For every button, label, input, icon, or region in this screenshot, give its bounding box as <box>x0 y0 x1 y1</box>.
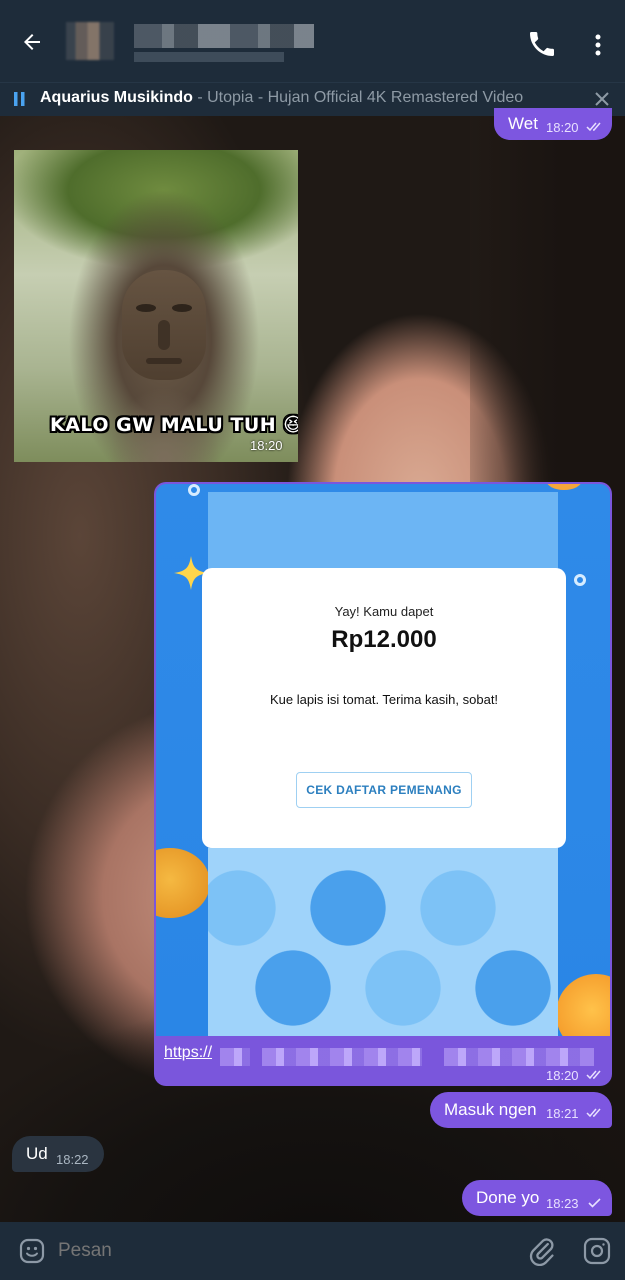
link-url[interactable]: https:// <box>164 1044 212 1062</box>
back-button[interactable] <box>14 24 50 60</box>
emoji-icon[interactable] <box>18 1237 46 1265</box>
more-menu-button[interactable] <box>586 30 610 60</box>
coin-icon <box>556 974 610 1036</box>
message-outgoing[interactable]: Masuk ngen 18:21 <box>430 1092 612 1128</box>
url-redacted <box>262 1048 422 1066</box>
music-title: - Utopia - Hujan Official 4K Remastered … <box>192 89 524 106</box>
link-message[interactable]: Yay! Kamu dapet Rp12.000 Kue lapis isi t… <box>154 482 612 1086</box>
music-artist: Aquarius Musikindo <box>40 89 193 106</box>
message-text: Done yo <box>476 1188 540 1207</box>
camera-icon[interactable] <box>582 1236 612 1266</box>
message-input[interactable] <box>58 1238 458 1264</box>
message-outgoing[interactable]: Wet 18:20 <box>494 108 612 140</box>
more-vertical-icon <box>595 34 601 56</box>
phone-icon <box>530 32 554 56</box>
promo-amount: Rp12.000 <box>331 626 437 653</box>
call-button[interactable] <box>526 28 558 60</box>
message-time: 18:23 <box>546 1196 579 1211</box>
sticker-caption: KALO GW MALU TUH 😆 <box>50 414 298 436</box>
message-text: Masuk ngen <box>444 1100 537 1119</box>
now-playing-text: Aquarius Musikindo - Utopia - Hujan Offi… <box>40 89 523 107</box>
promo-message: Kue lapis isi tomat. Terima kasih, sobat… <box>269 692 499 707</box>
pause-icon[interactable] <box>14 92 26 106</box>
coin-icon <box>156 848 210 918</box>
url-redacted <box>220 1048 250 1066</box>
paperclip-icon[interactable] <box>528 1236 556 1266</box>
sticker-image[interactable]: KALO GW MALU TUH 😆 18:20 <box>14 150 298 462</box>
double-check-icon <box>586 1108 601 1118</box>
close-icon[interactable] <box>592 89 612 109</box>
promo-heading: Yay! Kamu dapet <box>334 604 434 619</box>
message-time: 18:20 <box>546 1068 579 1083</box>
message-incoming[interactable]: Ud 18:22 <box>12 1136 104 1172</box>
contact-name-redacted[interactable] <box>134 24 314 48</box>
message-text: Wet <box>508 114 538 133</box>
message-text: Ud <box>26 1144 48 1163</box>
message-time: 18:21 <box>546 1106 579 1121</box>
message-outgoing[interactable]: Done yo 18:23 <box>462 1180 612 1216</box>
message-time: 18:20 <box>546 120 579 135</box>
double-check-icon <box>586 122 601 132</box>
winners-list-button[interactable]: CEK DAFTAR PEMENANG <box>296 772 472 808</box>
sticker-time: 18:20 <box>250 438 283 453</box>
check-icon <box>588 1198 601 1208</box>
message-time: 18:22 <box>56 1152 89 1167</box>
link-preview-image[interactable]: Yay! Kamu dapet Rp12.000 Kue lapis isi t… <box>156 484 610 1036</box>
arrow-left-icon <box>24 34 40 50</box>
promo-card: Yay! Kamu dapet Rp12.000 Kue lapis isi t… <box>202 568 566 848</box>
url-redacted <box>444 1048 594 1066</box>
double-check-icon <box>586 1070 601 1080</box>
tree-face-figure <box>122 270 206 380</box>
last-seen-redacted <box>134 52 284 62</box>
avatar[interactable] <box>66 22 114 60</box>
chat-header <box>0 0 625 82</box>
message-input-bar <box>0 1222 625 1280</box>
